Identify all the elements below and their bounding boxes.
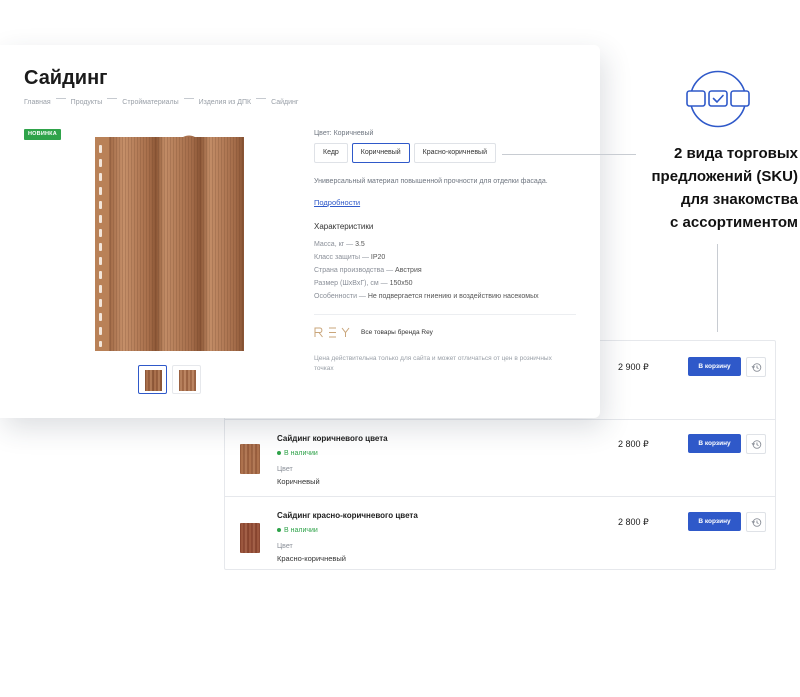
details-link[interactable]: Подробности [314,198,360,207]
brand-logo[interactable] [314,327,350,338]
breadcrumb-item[interactable]: Стройматериалы [122,99,178,106]
spec-row: Класс защиты — IP20 [314,254,386,261]
offer-price: 2 800 ₽ [618,517,649,527]
callout-line: предложений (SKU) [651,168,799,185]
breadcrumb-separator [55,98,66,99]
offer-name[interactable]: Сайдинг коричневого цвета [277,434,388,443]
offer-thumbnail [240,444,260,474]
color-option-cedar[interactable]: Кедр [314,143,348,163]
divider [314,314,576,315]
breadcrumb-separator [107,98,118,99]
new-badge: НОВИНКА [24,129,61,140]
add-to-cart-button[interactable]: В корзину [688,434,741,453]
specs-list: Масса, кг — 3.5 Класс защиты — IP20 Стра… [314,238,539,303]
specs-title: Характеристики [314,222,374,231]
add-to-cart-button[interactable]: В корзину [688,512,741,531]
offer-price: 2 800 ₽ [618,439,649,449]
stock-dot-icon [277,528,281,533]
color-option-red-brown[interactable]: Красно-коричневый [413,143,496,163]
color-caption: Цвет: Коричневый [314,130,374,137]
breadcrumb: Главная Продукты Стройматериалы Изделия … [24,98,299,106]
compare-button[interactable] [746,512,766,532]
breadcrumb-current: Сайдинг [271,99,299,106]
product-description: Универсальный материал повышенной прочно… [314,178,548,185]
breadcrumb-item[interactable]: Продукты [71,99,103,106]
product-card: Сайдинг Главная Продукты Стройматериалы … [0,45,600,418]
offer-color-label: Цвет [277,466,293,473]
color-selector: Кедр Коричневый Красно-коричневый [314,143,496,163]
stock-dot-icon [277,451,281,456]
callout-line: с ассортиментом [670,214,798,231]
spec-row: Размер (ШхВхГ), см — 150х50 [314,280,413,287]
breadcrumb-item[interactable]: Изделия из ДПК [199,99,251,106]
spec-row: Особенности — Не подвергается гниению и … [314,293,539,300]
page-title: Сайдинг [24,67,108,89]
compare-button[interactable] [746,357,766,377]
brand-products-link[interactable]: Все товары бренда Rey [361,329,433,336]
stock-status: В наличии [277,450,318,457]
history-icon [751,518,762,527]
stock-label: В наличии [284,527,318,534]
stock-status: В наличии [277,527,318,534]
offer-price: 2 900 ₽ [618,362,649,372]
offer-thumbnail [240,523,260,553]
breadcrumb-separator [256,98,267,99]
image-thumbnails [138,365,201,394]
spec-row: Масса, кг — 3.5 [314,241,365,248]
callout-line: для знакомства [680,191,798,208]
product-image [95,135,244,351]
offer-color-label: Цвет [277,543,293,550]
stock-label: В наличии [284,450,318,457]
offer-color-value: Красно-коричневый [277,554,346,563]
offer-row: Сайдинг коричневого цвета В наличии Цвет… [225,419,775,496]
callout-line: 2 вида торговых [673,145,798,162]
price-note: Цена действительна только для сайта и мо… [314,355,552,372]
offer-name[interactable]: Сайдинг красно-коричневого цвета [277,511,418,520]
add-to-cart-button[interactable]: В корзину [688,357,741,376]
history-icon [751,440,762,449]
thumbnail[interactable] [172,365,201,394]
callout-connector [717,244,718,332]
offer-row: Сайдинг красно-коричневого цвета В налич… [225,496,775,571]
sku-selection-icon [686,70,750,128]
breadcrumb-separator [183,98,194,99]
history-icon [751,363,762,372]
offer-color-value: Коричневый [277,477,320,486]
spec-row: Страна производства — Австрия [314,267,422,274]
color-option-brown[interactable]: Коричневый [351,143,410,163]
compare-button[interactable] [746,434,766,454]
breadcrumb-item[interactable]: Главная [24,99,51,106]
callout-text: 2 вида торговых предложений (SKU) для зн… [612,142,799,234]
thumbnail-active[interactable] [138,365,167,394]
